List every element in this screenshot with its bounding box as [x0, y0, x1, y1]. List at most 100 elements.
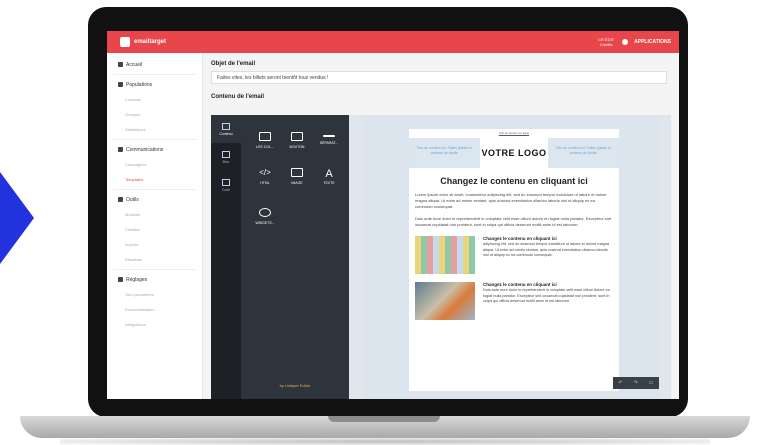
block-label: SÉPARAT... [319, 141, 339, 145]
block-divider[interactable]: SÉPARAT... [313, 123, 345, 157]
laptop-shadow [60, 438, 710, 445]
sidebar: Accueil Populations Contacts Groupes Statist… [107, 53, 203, 399]
sidebar-subitem[interactable]: Templates [107, 172, 202, 187]
item-image-2[interactable] [415, 282, 475, 320]
block-label: TEXTE [323, 180, 335, 185]
text-icon: A [325, 167, 333, 180]
tab-content[interactable]: Contenu [211, 115, 241, 143]
email-canvas: Voir la version en ligne Pas de contenu … [363, 115, 659, 399]
block-widgets[interactable]: WIDGETS... [249, 199, 281, 233]
redo-icon[interactable]: ↷ [634, 380, 638, 386]
block-label: HTML [260, 180, 270, 185]
gear-icon [118, 277, 123, 282]
megaphone-icon [118, 147, 123, 152]
item-image-1[interactable] [415, 236, 475, 274]
item-title-1[interactable]: Changez le contenu en cliquant ici [483, 236, 613, 241]
brand-logo-icon[interactable] [120, 37, 130, 47]
laptop-notch [328, 416, 440, 422]
block-image[interactable]: IMAGE [281, 159, 313, 193]
canvas-toolbar: ↶ ↷ ▭ [613, 377, 659, 389]
stage: emailtarget CR ÉDIT Crédits APPLICATIONS… [0, 0, 769, 445]
item-body-2[interactable]: Duis aute irure dolor in reprehenderit i… [483, 288, 613, 305]
sidebar-item-label: Communications [126, 146, 164, 153]
email-item-2[interactable]: Changez le contenu en cliquant ici Duis … [409, 282, 619, 320]
view-in-browser-link[interactable]: Voir la version en ligne [409, 131, 619, 135]
block-label: IMAGE [291, 180, 303, 185]
email-header: Pas de contenu ici. Faites glisser le co… [409, 138, 619, 168]
sidebar-item-communications[interactable]: Communications [107, 142, 202, 157]
gear-icon [259, 207, 271, 217]
sidebar-subitem[interactable]: Imports [107, 237, 202, 252]
columns-icon [259, 131, 271, 141]
item-text-2: Changez le contenu en cliquant ici Duis … [475, 282, 613, 320]
email-paragraph-2[interactable]: Duis aute irure dolor in reprehenderit i… [409, 216, 619, 228]
applications-button[interactable]: APPLICATIONS [634, 39, 671, 45]
sidebar-divider [113, 74, 196, 75]
email-logo[interactable]: VOTRE LOGO [480, 138, 548, 168]
block-button[interactable]: BOUTON [281, 123, 313, 157]
image-icon [291, 167, 303, 177]
item-title-2[interactable]: Changez le contenu en cliquant ici [483, 282, 613, 287]
sidebar-item-label: Outils [126, 196, 139, 203]
tab-content-label: Contenu [219, 131, 233, 136]
content-icon [222, 122, 230, 130]
block-label: BOUTON [289, 144, 305, 149]
brand-name[interactable]: emailtarget [134, 39, 166, 45]
sidebar-subitem[interactable]: Statistiques [107, 122, 202, 137]
block-columns[interactable]: LES COL... [249, 123, 281, 157]
sidebar-subitem[interactable]: Tout paramètres [107, 287, 202, 302]
tab-blocks-label: Bloc [222, 159, 230, 164]
tools-icon [118, 197, 123, 202]
subject-label: Objet de l'email [211, 61, 256, 67]
tool-rail: Contenu Bloc Code [211, 115, 241, 399]
sidebar-subitem[interactable]: Contacts [107, 92, 202, 107]
user-icon[interactable] [622, 39, 629, 45]
sidebar-subitem[interactable]: Création [107, 222, 202, 237]
sidebar-subitem[interactable]: Modèles [107, 207, 202, 222]
sidebar-item-populations[interactable]: Populations [107, 77, 202, 92]
block-panel: LES COL... BOUTON SÉPARAT... </> HTML IMA… [241, 115, 349, 399]
sidebar-subitem[interactable]: Intégrations [107, 317, 202, 332]
subject-input[interactable]: Faites vites, les billets seront bientôt… [211, 71, 667, 84]
sidebar-item-label: Réglages [126, 276, 148, 283]
home-icon [118, 62, 123, 67]
block-label: LES COL... [256, 144, 274, 149]
sidebar-divider [113, 189, 196, 190]
sidebar-subitem[interactable]: Personnalisation [107, 302, 202, 317]
top-bar: emailtarget CR ÉDIT Crédits APPLICATIONS [107, 31, 679, 53]
email-item-1[interactable]: Changez le contenu en cliquant ici adipi… [409, 236, 619, 274]
sidebar-item-accueil[interactable]: Accueil [107, 57, 202, 72]
email-editor: Contenu Bloc Code LES COL... BOUTON SÉPA… [211, 115, 671, 399]
preview-icon[interactable]: ▭ [649, 380, 654, 386]
sidebar-item-réglages[interactable]: Réglages [107, 272, 202, 287]
item-body-1[interactable]: adipiscing elit, sed do eiusmod tempor i… [483, 242, 613, 259]
item-text-1: Changez le contenu en cliquant ici adipi… [475, 236, 613, 274]
block-text[interactable]: A TEXTE [313, 159, 345, 193]
email-paragraph-1[interactable]: Lorem ipsum dolor sit amet, consectetur … [409, 192, 619, 210]
credits-display[interactable]: CR ÉDIT Crédits [598, 37, 614, 47]
html-icon: </> [259, 167, 271, 177]
block-label: WIDGETS... [255, 220, 275, 225]
button-icon [291, 131, 303, 141]
tab-blocks[interactable]: Bloc [211, 143, 241, 171]
sidebar-subitem[interactable]: Groupes [107, 107, 202, 122]
sidebar-divider [113, 269, 196, 270]
main-content: Objet de l'email Faites vites, les bille… [211, 53, 673, 399]
editor-footer[interactable]: by Unlayer Editor [241, 383, 349, 393]
sidebar-subitem[interactable]: Campagnes [107, 157, 202, 172]
sidebar-subitem[interactable]: Résultats [107, 252, 202, 267]
code-icon [222, 178, 230, 186]
tab-code-label: Code [221, 187, 231, 192]
header-placeholder-right[interactable]: Pas de contenu ici. Faites glisser le co… [548, 138, 619, 168]
divider-icon [323, 135, 335, 137]
sidebar-item-outils[interactable]: Outils [107, 192, 202, 207]
tab-code[interactable]: Code [211, 171, 241, 199]
header-placeholder-left[interactable]: Pas de contenu ici. Faites glisser le co… [409, 138, 480, 168]
block-html[interactable]: </> HTML [249, 159, 281, 193]
email-preview[interactable]: Voir la version en ligne Pas de contenu … [409, 129, 619, 391]
arrow-icon [0, 172, 34, 264]
email-title[interactable]: Changez le contenu en cliquant ici [409, 176, 619, 186]
undo-icon[interactable]: ↶ [618, 380, 622, 386]
blocks-icon [222, 150, 230, 158]
topbar-right: CR ÉDIT Crédits APPLICATIONS [598, 37, 671, 47]
